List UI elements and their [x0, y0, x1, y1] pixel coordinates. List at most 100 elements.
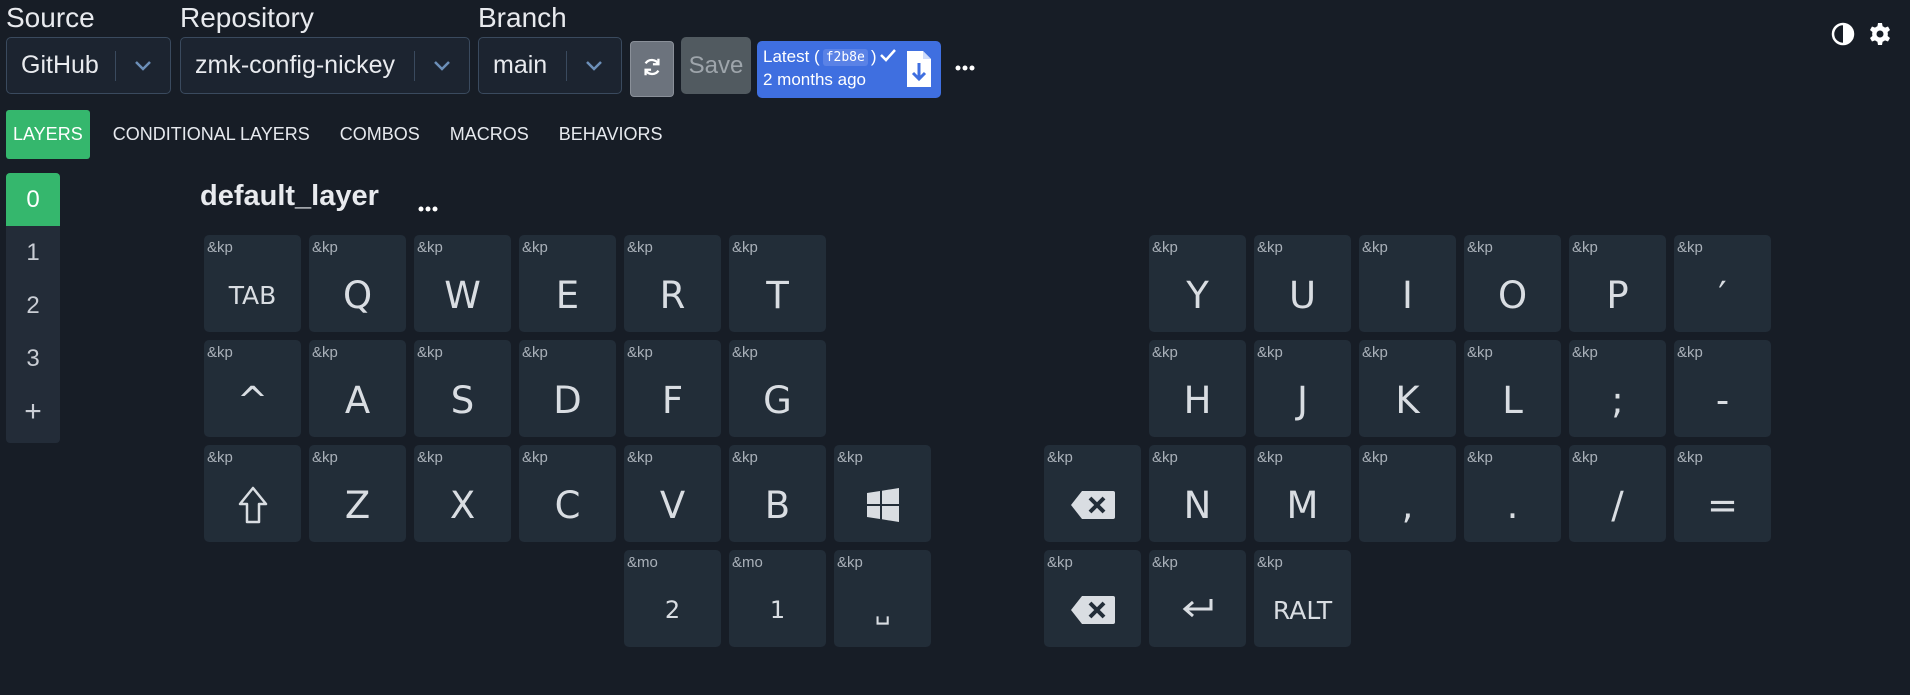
key-param: A [344, 378, 371, 422]
key[interactable]: &kp Q [309, 235, 406, 332]
key[interactable]: &kp [204, 445, 301, 542]
key[interactable]: &kp B [729, 445, 826, 542]
key-param: V [659, 483, 686, 527]
tab-conditional-layers[interactable]: CONDITIONAL LAYERS [106, 110, 317, 159]
key-param: P [1606, 273, 1629, 317]
key[interactable]: &kp L [1464, 340, 1561, 437]
refresh-button[interactable] [630, 41, 674, 97]
tab-behaviors[interactable]: BEHAVIORS [552, 110, 670, 159]
key-param: R [659, 273, 686, 317]
key[interactable]: &kp D [519, 340, 616, 437]
layer-item[interactable]: 3 [6, 332, 60, 385]
key[interactable]: &kp H [1149, 340, 1246, 437]
branch-value: main [493, 51, 548, 79]
source-label: Source [6, 2, 95, 33]
branch-select[interactable]: main [478, 37, 622, 94]
key[interactable]: &kp R [624, 235, 721, 332]
source-select[interactable]: GitHub [6, 37, 171, 94]
key-param: I [1402, 273, 1413, 317]
key-param: ␣ [874, 595, 891, 625]
key[interactable]: &kp G [729, 340, 826, 437]
key[interactable]: &kp N [1149, 445, 1246, 542]
layer-item[interactable]: 2 [6, 279, 60, 332]
key[interactable]: &kp. [1464, 445, 1561, 542]
latest-suffix: ) [870, 47, 877, 66]
key[interactable]: &kp M [1254, 445, 1351, 542]
repository-select[interactable]: zmk-config-nickey [180, 37, 470, 94]
key[interactable]: &kp [1149, 550, 1246, 647]
key[interactable]: &kp / [1569, 445, 1666, 542]
key-behavior: &kp [522, 344, 548, 361]
key[interactable]: &kp, [1359, 445, 1456, 542]
key[interactable]: &kp ␣ [834, 550, 931, 647]
check-icon [879, 47, 896, 67]
key[interactable]: &kp Y [1149, 235, 1246, 332]
latest-prefix: Latest ( [763, 47, 820, 66]
layer-options-icon[interactable] [418, 199, 438, 217]
key[interactable]: &kp P [1569, 235, 1666, 332]
key-behavior: &kp [1467, 344, 1493, 361]
chevron-down-icon [567, 60, 621, 72]
key-param: 2 [664, 596, 681, 624]
key[interactable]: &kp J [1254, 340, 1351, 437]
key[interactable]: &kp I [1359, 235, 1456, 332]
key-behavior: &kp [837, 449, 863, 466]
key[interactable]: &kp [1044, 445, 1141, 542]
theme-toggle-button[interactable] [1831, 22, 1855, 51]
key[interactable]: &kp ′ [1674, 235, 1771, 332]
key-behavior: &kp [1467, 449, 1493, 466]
save-button[interactable]: Save [681, 37, 751, 94]
key-param: J [1297, 378, 1308, 422]
key[interactable]: &kp O [1464, 235, 1561, 332]
key-param: L [1502, 378, 1523, 422]
key-behavior: &mo [627, 554, 658, 571]
key[interactable]: &mo 2 [624, 550, 721, 647]
tab-combos[interactable]: COMBOS [333, 110, 427, 159]
key-param: D [553, 378, 582, 422]
key-param: / [1611, 483, 1624, 527]
key-param: ′ [1718, 273, 1727, 317]
key[interactable]: &kp C [519, 445, 616, 542]
key-param: E [555, 273, 580, 317]
backspace-icon [1044, 580, 1141, 640]
key-param: S [450, 378, 475, 422]
key[interactable]: &kp - [1674, 340, 1771, 437]
key[interactable]: &kp S [414, 340, 511, 437]
key[interactable]: &kp; [1569, 340, 1666, 437]
key[interactable]: &kp V [624, 445, 721, 542]
key[interactable]: &kp W [414, 235, 511, 332]
key[interactable]: &kp = [1674, 445, 1771, 542]
key-param: C [554, 483, 581, 527]
latest-release-button[interactable]: Latest ( f2b8e ) 2 months ago [757, 41, 941, 98]
key[interactable]: &mo 1 [729, 550, 826, 647]
key[interactable]: &kp [834, 445, 931, 542]
key-behavior: &kp [1362, 344, 1388, 361]
layer-item[interactable]: 0 [6, 173, 60, 226]
key[interactable]: &kp E [519, 235, 616, 332]
key[interactable]: &kp X [414, 445, 511, 542]
more-options-icon[interactable] [955, 58, 975, 76]
chevron-down-icon [116, 60, 170, 72]
key[interactable]: &kp K [1359, 340, 1456, 437]
key[interactable]: &kp U [1254, 235, 1351, 332]
settings-button[interactable] [1868, 22, 1892, 51]
key[interactable]: &kp F [624, 340, 721, 437]
key-behavior: &kp [627, 239, 653, 256]
key-behavior: &mo [732, 554, 763, 571]
windows-icon [834, 475, 931, 535]
add-layer-button[interactable]: + [6, 385, 60, 438]
layer-item[interactable]: 1 [6, 226, 60, 279]
key[interactable]: &kp A [309, 340, 406, 437]
key[interactable]: &kp RALT [1254, 550, 1351, 647]
key[interactable]: &kp Z [309, 445, 406, 542]
key-param: U [1288, 273, 1317, 317]
key-param: , [1401, 483, 1414, 527]
key[interactable]: &kp [1044, 550, 1141, 647]
key-param: N [1183, 483, 1212, 527]
tab-layers[interactable]: LAYERS [6, 110, 90, 159]
key[interactable]: &kp TAB [204, 235, 301, 332]
key[interactable]: &kp T [729, 235, 826, 332]
tab-macros[interactable]: MACROS [443, 110, 536, 159]
key[interactable]: &kp ^ [204, 340, 301, 437]
backspace-icon [1044, 475, 1141, 535]
